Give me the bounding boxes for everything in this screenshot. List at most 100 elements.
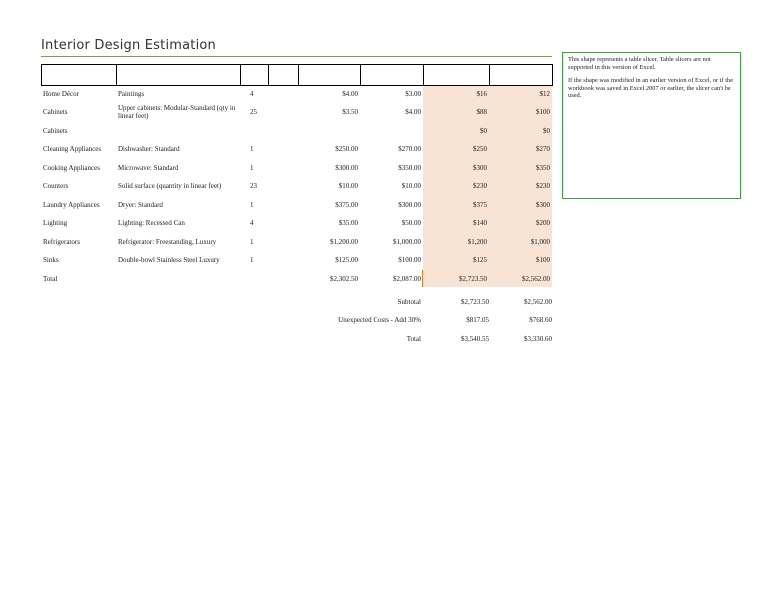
cost-low-cell[interactable]: $3.50: [298, 108, 360, 116]
cost-low-cell[interactable]: $4.00: [298, 90, 360, 98]
qty-cell[interactable]: 4: [240, 90, 268, 98]
table-row: Lighting Lighting: Recessed Can 4 $35.00 $50…: [41, 215, 552, 231]
item-cell[interactable]: Double-bowl Stainless Steel Luxury: [116, 256, 240, 264]
category-cell[interactable]: Lighting: [41, 219, 116, 227]
item-cell[interactable]: Dryer: Standard: [116, 201, 240, 209]
category-cell[interactable]: Cabinets: [41, 108, 116, 116]
total-low-cell[interactable]: $230: [423, 182, 489, 190]
category-cell[interactable]: Cooking Appliances: [41, 164, 116, 172]
item-cell[interactable]: Upper cabinets: Modular-Standard (qty in…: [116, 104, 240, 120]
table-row: Sinks Double-bowl Stainless Steel Luxury 1…: [41, 252, 552, 268]
category-cell[interactable]: Refrigerators: [41, 238, 116, 246]
table-row: Laundry Appliances Dryer: Standard 1 $375.0…: [41, 197, 552, 213]
cost-high-cell[interactable]: $10.00: [360, 182, 423, 190]
summary-high[interactable]: $3,330.60: [489, 335, 552, 343]
table-header: [41, 64, 553, 86]
qty-cell[interactable]: 1: [240, 145, 268, 153]
qty-cell[interactable]: 1: [240, 164, 268, 172]
cost-low-cell[interactable]: $10.00: [298, 182, 360, 190]
cost-high-cell[interactable]: $350.00: [360, 164, 423, 172]
total-low-cell[interactable]: $125: [423, 256, 489, 264]
summary-low[interactable]: $2,723.50: [423, 298, 489, 306]
total-low-cell[interactable]: $0: [423, 127, 489, 135]
total-low-cell[interactable]: $140: [423, 219, 489, 227]
total-low-cell[interactable]: $300: [423, 164, 489, 172]
qty-cell[interactable]: 1: [240, 201, 268, 209]
header-cell[interactable]: [489, 64, 553, 86]
summary-label[interactable]: Subtotal: [290, 298, 423, 306]
category-cell[interactable]: Sinks: [41, 256, 116, 264]
summary-row: Subtotal $2,723.50 $2,562.00: [290, 298, 552, 306]
cost-high-cell[interactable]: $300.00: [360, 201, 423, 209]
slicer-message: If the shape was modified in an earlier …: [568, 77, 734, 99]
summary-label[interactable]: Total: [290, 335, 423, 343]
qty-cell[interactable]: 25: [240, 108, 268, 116]
total-low-cell[interactable]: $16: [423, 90, 489, 98]
total-high-cell[interactable]: $100: [489, 108, 552, 116]
summary-row: Total $3,540.55 $3,330.60: [290, 335, 552, 343]
qty-cell[interactable]: 1: [240, 238, 268, 246]
cost-low-cell[interactable]: $35.00: [298, 219, 360, 227]
item-cell[interactable]: Solid surface (quantity in linear feet): [116, 182, 240, 190]
total-high-cell[interactable]: $350: [489, 164, 552, 172]
category-cell[interactable]: Total: [41, 275, 116, 283]
category-cell[interactable]: Cabinets: [41, 127, 116, 135]
total-high-cell[interactable]: $270: [489, 145, 552, 153]
header-cell[interactable]: [423, 64, 490, 86]
qty-cell[interactable]: 4: [240, 219, 268, 227]
total-high-cell[interactable]: $12: [489, 90, 552, 98]
total-low-cell[interactable]: $375: [423, 201, 489, 209]
cost-high-cell[interactable]: $4.00: [360, 108, 423, 116]
category-cell[interactable]: Laundry Appliances: [41, 201, 116, 209]
total-high-cell[interactable]: $2,562.00: [489, 275, 552, 283]
total-high-cell[interactable]: $200: [489, 219, 552, 227]
qty-cell[interactable]: 1: [240, 256, 268, 264]
cost-high-cell[interactable]: $270.00: [360, 145, 423, 153]
category-cell[interactable]: Cleaning Appliances: [41, 145, 116, 153]
header-cell[interactable]: [116, 64, 241, 86]
summary-low[interactable]: $817.05: [423, 316, 489, 324]
table-row: Total $2,302.50 $2,087.00 $2,723.50 $2,562.0…: [41, 271, 552, 287]
total-high-cell[interactable]: $1,000: [489, 238, 552, 246]
summary-label[interactable]: Unexpected Costs - Add 30%: [290, 316, 423, 324]
summary-high[interactable]: $2,562.00: [489, 298, 552, 306]
slicer-placeholder[interactable]: This shape represents a table slicer. Ta…: [562, 52, 741, 199]
cost-low-cell[interactable]: $125.00: [298, 256, 360, 264]
cost-low-cell[interactable]: $375.00: [298, 201, 360, 209]
cost-high-cell[interactable]: $100.00: [360, 256, 423, 264]
cost-high-cell[interactable]: $50.00: [360, 219, 423, 227]
title-divider: [41, 56, 552, 57]
total-low-cell[interactable]: $2,723.50: [423, 275, 489, 283]
category-cell[interactable]: Counters: [41, 182, 116, 190]
header-cell[interactable]: [298, 64, 361, 86]
item-cell[interactable]: Refrigerator: Freestanding, Luxury: [116, 238, 240, 246]
total-high-cell[interactable]: $230: [489, 182, 552, 190]
total-low-cell[interactable]: $88: [423, 108, 489, 116]
item-cell[interactable]: Paintings: [116, 90, 240, 98]
header-cell[interactable]: [268, 64, 299, 86]
item-cell[interactable]: Lighting: Recessed Can: [116, 219, 240, 227]
header-cell[interactable]: [41, 64, 117, 86]
category-cell[interactable]: Home Décor: [41, 90, 116, 98]
total-high-cell[interactable]: $100: [489, 256, 552, 264]
table-row: Cabinets $0 $0: [41, 123, 552, 139]
item-cell[interactable]: Microwave: Standard: [116, 164, 240, 172]
total-high-cell[interactable]: $300: [489, 201, 552, 209]
summary-low[interactable]: $3,540.55: [423, 335, 489, 343]
total-low-cell[interactable]: $250: [423, 145, 489, 153]
qty-cell[interactable]: 23: [240, 182, 268, 190]
cost-low-cell[interactable]: $1,200.00: [298, 238, 360, 246]
header-cell[interactable]: [360, 64, 424, 86]
cost-high-cell[interactable]: $3.00: [360, 90, 423, 98]
cost-low-cell[interactable]: $2,302.50: [298, 275, 360, 283]
cost-high-cell[interactable]: $1,000.00: [360, 238, 423, 246]
table-row: Cleaning Appliances Dishwasher: Standard 1…: [41, 141, 552, 157]
summary-high[interactable]: $768.60: [489, 316, 552, 324]
cost-low-cell[interactable]: $250.00: [298, 145, 360, 153]
item-cell[interactable]: Dishwasher: Standard: [116, 145, 240, 153]
total-low-cell[interactable]: $1,200: [423, 238, 489, 246]
cost-low-cell[interactable]: $300.00: [298, 164, 360, 172]
cost-high-cell[interactable]: $2,087.00: [360, 275, 423, 283]
header-cell[interactable]: [240, 64, 269, 86]
total-high-cell[interactable]: $0: [489, 127, 552, 135]
